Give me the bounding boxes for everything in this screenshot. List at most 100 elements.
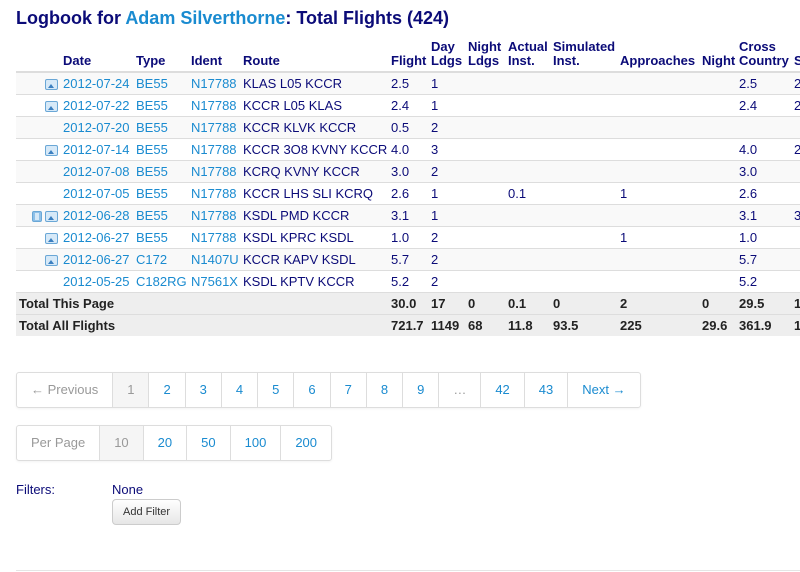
aircraft-type-link[interactable]: BE55 <box>133 226 188 249</box>
page-3-button[interactable]: 3 <box>184 373 221 407</box>
per-page-100-option[interactable]: 100 <box>229 426 281 460</box>
aircraft-type-link[interactable]: BE55 <box>133 138 188 161</box>
flight-date-link[interactable]: 2012-07-14 <box>60 138 133 161</box>
pilot-name-link[interactable]: Adam Silverthorne <box>125 8 285 28</box>
column-header[interactable]: Approaches <box>617 38 699 73</box>
total-cross-country: 361.9 <box>736 314 791 336</box>
title-prefix: Logbook for <box>16 8 126 28</box>
page-4-button[interactable]: 4 <box>220 373 257 407</box>
night-ldgs-cell <box>465 116 505 139</box>
aircraft-type-link[interactable]: BE55 <box>133 204 188 227</box>
aircraft-type-link[interactable]: BE55 <box>133 160 188 183</box>
column-header[interactable]: Date <box>60 38 133 73</box>
column-header[interactable] <box>16 38 60 73</box>
page-6-button[interactable]: 6 <box>293 373 329 407</box>
aircraft-type-link[interactable]: C172 <box>133 248 188 271</box>
flight-date-link[interactable]: 2012-06-27 <box>60 248 133 271</box>
flight-date-link[interactable]: 2012-06-27 <box>60 226 133 249</box>
page-2-button[interactable]: 2 <box>148 373 184 407</box>
next-page-button[interactable]: Next → <box>567 373 639 407</box>
aircraft-ident-link[interactable]: N17788 <box>188 204 240 227</box>
approaches-cell <box>617 138 699 161</box>
page-42-button[interactable]: 42 <box>480 373 523 407</box>
page-8-button[interactable]: 8 <box>365 373 402 407</box>
cross-country-cell: 5.7 <box>736 248 791 271</box>
aircraft-ident-link[interactable]: N17788 <box>188 138 240 161</box>
aircraft-ident-link[interactable]: N17788 <box>188 94 240 117</box>
table-row: 2012-07-20 BE55 N17788 KCCR KLVK KCCR 0.5 2 <box>16 116 800 139</box>
aircraft-ident-link[interactable]: N1407U <box>188 248 240 271</box>
approaches-cell: 1 <box>617 182 699 205</box>
column-header[interactable]: Type <box>133 38 188 73</box>
pagination: ← Previous 1 2 3 4 5 6 7 8 9… 42 43 Next → <box>16 372 641 408</box>
column-header[interactable]: S <box>791 38 800 73</box>
attachment-icons <box>16 248 60 271</box>
per-page-50-option[interactable]: 50 <box>186 426 229 460</box>
column-header[interactable]: Night Ldgs <box>465 38 505 73</box>
column-header[interactable]: Ident <box>188 38 240 73</box>
page-9-button[interactable]: 9 <box>402 373 438 407</box>
day-ldgs-cell: 1 <box>428 71 465 95</box>
title-suffix: : Total Flights (424) <box>285 8 450 28</box>
aircraft-ident-link[interactable]: N7561X <box>188 270 240 293</box>
route-cell: KLAS L05 KCCR <box>240 71 388 95</box>
flight-date-link[interactable]: 2012-07-08 <box>60 160 133 183</box>
previous-page-button[interactable]: ← Previous <box>17 373 112 407</box>
column-header[interactable]: Route <box>240 38 388 73</box>
photo-icon[interactable] <box>45 211 58 223</box>
actual-inst-cell <box>505 94 550 117</box>
photo-icon[interactable] <box>45 233 58 245</box>
aircraft-ident-link[interactable]: N17788 <box>188 71 240 95</box>
aircraft-type-link[interactable]: BE55 <box>133 94 188 117</box>
film-icon[interactable] <box>32 211 42 223</box>
photo-icon[interactable] <box>45 255 58 267</box>
aircraft-type-link[interactable]: BE55 <box>133 116 188 139</box>
column-header[interactable]: Simulated Inst. <box>550 38 617 73</box>
flight-date-link[interactable]: 2012-05-25 <box>60 270 133 293</box>
column-header[interactable]: Cross Country <box>736 38 791 73</box>
clipped-cell <box>791 160 800 183</box>
approaches-cell <box>617 248 699 271</box>
night-ldgs-cell <box>465 182 505 205</box>
table-row: 2012-07-05 BE55 N17788 KCCR LHS SLI KCRQ 2.6… <box>16 182 800 205</box>
page-1-button[interactable]: 1 <box>112 373 149 407</box>
night-cell <box>699 71 736 95</box>
flight-date-link[interactable]: 2012-07-22 <box>60 94 133 117</box>
column-header[interactable]: Day Ldgs <box>428 38 465 73</box>
column-header[interactable]: Actual Inst. <box>505 38 550 73</box>
flight-cell: 3.1 <box>388 204 428 227</box>
flight-date-link[interactable]: 2012-07-20 <box>60 116 133 139</box>
flight-date-link[interactable]: 2012-07-05 <box>60 182 133 205</box>
add-filter-button[interactable]: Add Filter <box>112 499 182 525</box>
flight-date-link[interactable]: 2012-07-24 <box>60 71 133 95</box>
photo-icon[interactable] <box>45 101 58 113</box>
aircraft-type-link[interactable]: BE55 <box>133 71 188 95</box>
per-page-20-option[interactable]: 20 <box>142 426 186 460</box>
sim-inst-cell <box>550 204 617 227</box>
column-header[interactable]: Flight <box>388 38 428 73</box>
aircraft-ident-link[interactable]: N17788 <box>188 160 240 183</box>
night-cell <box>699 204 736 227</box>
night-ldgs-cell <box>465 71 505 95</box>
photo-icon[interactable] <box>45 79 58 91</box>
table-row: 2012-05-25 C182RG N7561X KSDL KPTV KCCR 5.2 2… <box>16 270 800 293</box>
approaches-cell <box>617 204 699 227</box>
per-page-200-option[interactable]: 200 <box>280 426 331 460</box>
flight-date-link[interactable]: 2012-06-28 <box>60 204 133 227</box>
page-5-button[interactable]: 5 <box>257 373 293 407</box>
night-cell <box>699 182 736 205</box>
aircraft-ident-link[interactable]: N17788 <box>188 182 240 205</box>
aircraft-ident-link[interactable]: N17788 <box>188 226 240 249</box>
day-ldgs-cell: 2 <box>428 160 465 183</box>
aircraft-type-link[interactable]: C182RG <box>133 270 188 293</box>
flight-cell: 5.7 <box>388 248 428 271</box>
aircraft-type-link[interactable]: BE55 <box>133 182 188 205</box>
photo-icon[interactable] <box>45 145 58 157</box>
per-page-10-option[interactable]: 10 <box>99 426 143 460</box>
aircraft-ident-link[interactable]: N17788 <box>188 116 240 139</box>
attachment-icons <box>16 116 60 139</box>
page-43-button[interactable]: 43 <box>523 373 567 407</box>
column-header[interactable]: Night <box>699 38 736 73</box>
page-7-button[interactable]: 7 <box>329 373 366 407</box>
flight-cell: 3.0 <box>388 160 428 183</box>
